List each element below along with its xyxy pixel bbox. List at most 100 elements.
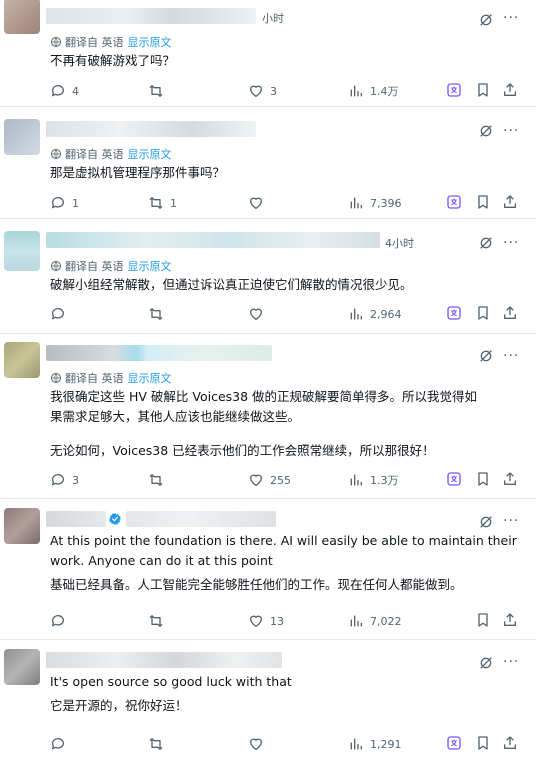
reply-button[interactable] [50, 735, 72, 753]
repost-button[interactable] [148, 305, 170, 323]
bookmark-icon[interactable] [475, 305, 491, 321]
avatar[interactable] [4, 649, 40, 685]
repost-button[interactable]: 1 [148, 194, 177, 212]
heart-icon [250, 474, 262, 486]
repost-button[interactable] [148, 612, 170, 630]
bookmark-icon[interactable] [475, 612, 491, 628]
like-button[interactable]: 13 [248, 612, 284, 630]
reply-icon [51, 308, 64, 320]
share-icon[interactable] [502, 612, 518, 628]
like-button[interactable]: 255 [248, 471, 291, 489]
views-button[interactable]: 1.4万 [348, 82, 399, 100]
share-icon[interactable] [502, 735, 518, 751]
share-icon[interactable] [502, 194, 518, 210]
reply-button[interactable] [50, 612, 72, 630]
avatar[interactable] [4, 231, 40, 271]
repost-button[interactable] [148, 735, 170, 753]
heart-icon [250, 615, 262, 627]
more-options-button[interactable]: ··· [503, 513, 519, 529]
post-timestamp[interactable]: 小时 [262, 10, 284, 26]
show-original-link[interactable]: 显示原文 [128, 148, 172, 161]
share-icon[interactable] [502, 471, 518, 487]
translation-notice: 翻译自 英语 显示原文 [50, 370, 172, 386]
view-count: 1.3万 [370, 474, 399, 487]
bookmark-icon[interactable] [475, 194, 491, 210]
view-count: 2,964 [370, 307, 402, 321]
post-text: 那是虚拟机管理程序那件事吗？ [50, 163, 520, 183]
reply-count: 4 [72, 84, 79, 98]
post-text-line: 它是开源的，祝你好运！ [50, 698, 188, 713]
bookmark-icon[interactable] [475, 735, 491, 751]
like-button[interactable]: 3 [248, 82, 277, 100]
author-handle-blurred[interactable] [126, 511, 276, 527]
grok-icon[interactable] [478, 235, 494, 251]
more-options-button[interactable]: ··· [503, 10, 519, 26]
reply-icon [51, 85, 64, 97]
avatar[interactable] [4, 508, 40, 544]
post-1[interactable]: 小时 ··· 翻译自 英语 显示原文 不再有破解游戏了吗？ 4 3 1.4万 [0, 0, 536, 107]
grok-translate-icon[interactable] [446, 471, 462, 487]
grok-icon[interactable] [478, 655, 494, 671]
translation-notice: 翻译自 英语 显示原文 [50, 146, 172, 162]
post-3[interactable]: 4小时 ··· 翻译自 英语 显示原文 破解小组经常解散，但通过诉讼真正迫使它们解… [0, 219, 536, 334]
show-original-link[interactable]: 显示原文 [128, 372, 172, 385]
post-6[interactable]: ··· It's open source so good luck with t… [0, 640, 536, 762]
like-button[interactable] [248, 305, 270, 323]
grok-translate-icon[interactable] [446, 82, 462, 98]
grok-icon[interactable] [478, 514, 494, 530]
like-button[interactable] [248, 194, 270, 212]
author-name-blurred[interactable] [46, 8, 256, 24]
repost-button[interactable] [148, 82, 170, 100]
avatar[interactable] [4, 0, 40, 34]
verified-badge-icon[interactable] [108, 512, 122, 526]
share-icon[interactable] [502, 305, 518, 321]
views-button[interactable]: 2,964 [348, 305, 402, 323]
avatar[interactable] [4, 119, 40, 155]
repost-button[interactable] [148, 471, 170, 489]
post-5[interactable]: ··· At this point the foundation is ther… [0, 499, 536, 640]
grok-icon[interactable] [478, 123, 494, 139]
globe-icon [51, 37, 61, 47]
post-4[interactable]: ··· 翻译自 英语 显示原文 我很确定这些 HV 破解比 Voices38 做的… [0, 334, 536, 499]
like-button[interactable] [248, 735, 270, 753]
author-name-blurred[interactable] [46, 511, 106, 527]
show-original-link[interactable]: 显示原文 [128, 260, 172, 273]
repost-icon [149, 308, 163, 320]
views-button[interactable]: 7,022 [348, 612, 402, 630]
share-icon[interactable] [502, 82, 518, 98]
views-button[interactable]: 1.3万 [348, 471, 399, 489]
reply-button[interactable]: 1 [50, 194, 79, 212]
more-options-button[interactable]: ··· [503, 235, 519, 251]
avatar[interactable] [4, 342, 40, 378]
author-name-blurred[interactable] [46, 652, 282, 668]
show-original-link[interactable]: 显示原文 [128, 36, 172, 49]
views-chart-icon [350, 308, 362, 320]
views-chart-icon [350, 197, 362, 209]
more-options-button[interactable]: ··· [503, 654, 519, 670]
author-name-blurred[interactable] [46, 232, 380, 248]
repost-count: 1 [170, 196, 177, 210]
repost-icon [149, 474, 163, 486]
reply-button[interactable] [50, 305, 72, 323]
more-options-button[interactable]: ··· [503, 348, 519, 364]
post-2[interactable]: ··· 翻译自 英语 显示原文 那是虚拟机管理程序那件事吗？ 1 1 7,396 [0, 107, 536, 219]
grok-translate-icon[interactable] [446, 194, 462, 210]
post-text-line: 不再有破解游戏了吗？ [50, 53, 176, 68]
grok-translate-icon[interactable] [446, 305, 462, 321]
more-options-button[interactable]: ··· [503, 123, 519, 139]
author-name-blurred[interactable] [46, 345, 272, 361]
views-button[interactable]: 7,396 [348, 194, 402, 212]
post-timestamp[interactable]: 4小时 [385, 235, 414, 251]
author-name-blurred[interactable] [46, 121, 256, 137]
grok-icon[interactable] [478, 12, 494, 28]
reply-button[interactable]: 3 [50, 471, 79, 489]
grok-translate-icon[interactable] [446, 735, 462, 751]
views-chart-icon [350, 85, 362, 97]
reply-button[interactable]: 4 [50, 82, 79, 100]
grok-icon[interactable] [478, 348, 494, 364]
views-button[interactable]: 1,291 [348, 735, 402, 753]
post-text-line: 我很确定这些 HV 破解比 Voices38 做的正规破解要简单得多。所以我觉得… [50, 389, 478, 404]
bookmark-icon[interactable] [475, 82, 491, 98]
bookmark-icon[interactable] [475, 471, 491, 487]
repost-icon [149, 615, 163, 627]
